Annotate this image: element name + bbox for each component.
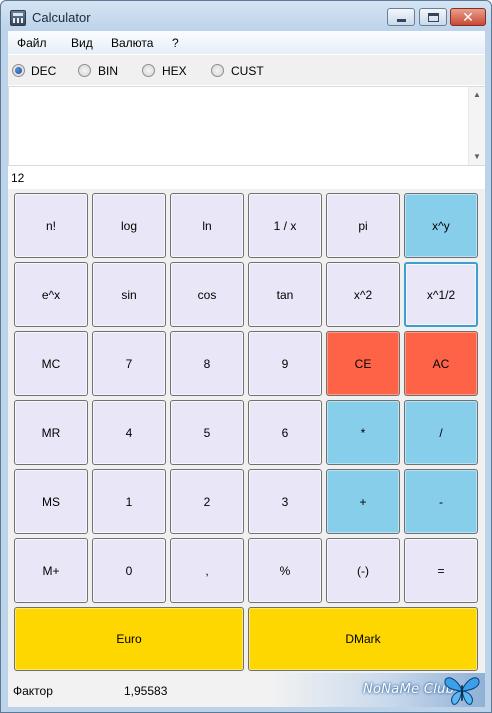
digit-1-button[interactable]: 1 xyxy=(92,469,166,534)
radio-hex-label[interactable]: HEX xyxy=(162,64,187,78)
digit-4-button[interactable]: 4 xyxy=(92,400,166,465)
result-value: 12 xyxy=(11,171,25,185)
divide-button[interactable]: / xyxy=(404,400,478,465)
square-button[interactable]: x^2 xyxy=(326,262,400,327)
minimize-button[interactable] xyxy=(387,8,415,26)
clear-entry-button[interactable]: CE xyxy=(326,331,400,396)
radio-bin[interactable] xyxy=(78,64,91,77)
pi-button[interactable]: pi xyxy=(326,193,400,258)
radio-bin-label[interactable]: BIN xyxy=(98,64,118,78)
digit-2-button[interactable]: 2 xyxy=(170,469,244,534)
radio-cust-label[interactable]: CUST xyxy=(231,64,264,78)
menu-help[interactable]: ? xyxy=(172,36,179,50)
close-icon: ✕ xyxy=(462,9,474,25)
minimize-icon xyxy=(397,19,406,22)
percent-button[interactable]: % xyxy=(248,538,322,603)
history-textarea[interactable] xyxy=(8,86,485,166)
cos-button[interactable]: cos xyxy=(170,262,244,327)
keypad: n! log ln 1 / x pi x^y e^x sin cos tan x… xyxy=(8,189,485,673)
memory-add-button[interactable]: M+ xyxy=(14,538,88,603)
radio-hex[interactable] xyxy=(142,64,155,77)
euro-button[interactable]: Euro xyxy=(14,607,244,671)
sin-button[interactable]: sin xyxy=(92,262,166,327)
result-display: 12 xyxy=(8,167,485,189)
sqrt-button[interactable]: x^1/2 xyxy=(404,262,478,327)
client-area: Файл Вид Валюта ? DEC BIN HEX CUST ▲ ▼ 1… xyxy=(8,31,485,707)
menu-bar: Файл Вид Валюта ? xyxy=(8,31,485,54)
add-button[interactable]: + xyxy=(326,469,400,534)
history-scrollbar[interactable]: ▲ ▼ xyxy=(468,87,485,165)
power-button[interactable]: x^y xyxy=(404,193,478,258)
equals-button[interactable]: = xyxy=(404,538,478,603)
butterfly-logo-icon xyxy=(444,677,480,705)
maximize-icon xyxy=(428,13,439,22)
reciprocal-button[interactable]: 1 / x xyxy=(248,193,322,258)
radio-dec[interactable] xyxy=(12,64,25,77)
digit-3-button[interactable]: 3 xyxy=(248,469,322,534)
all-clear-button[interactable]: AC xyxy=(404,331,478,396)
factor-label: Фактор xyxy=(13,684,53,698)
memory-store-button[interactable]: MS xyxy=(14,469,88,534)
digit-8-button[interactable]: 8 xyxy=(170,331,244,396)
memory-recall-button[interactable]: MR xyxy=(14,400,88,465)
digit-5-button[interactable]: 5 xyxy=(170,400,244,465)
close-button[interactable]: ✕ xyxy=(450,8,486,26)
maximize-button[interactable] xyxy=(419,8,447,26)
decimal-comma-button[interactable]: , xyxy=(170,538,244,603)
subtract-button[interactable]: - xyxy=(404,469,478,534)
log-button[interactable]: log xyxy=(92,193,166,258)
calculator-app-icon xyxy=(10,10,26,26)
title-bar[interactable]: Calculator ✕ xyxy=(1,1,491,31)
multiply-button[interactable]: * xyxy=(326,400,400,465)
menu-file[interactable]: Файл xyxy=(17,36,47,50)
radio-dec-label[interactable]: DEC xyxy=(31,64,56,78)
menu-view[interactable]: Вид xyxy=(71,36,93,50)
radio-cust[interactable] xyxy=(211,64,224,77)
exp-button[interactable]: e^x xyxy=(14,262,88,327)
watermark-text: NoNaMe Club xyxy=(363,682,455,697)
digit-0-button[interactable]: 0 xyxy=(92,538,166,603)
digit-7-button[interactable]: 7 xyxy=(92,331,166,396)
digit-6-button[interactable]: 6 xyxy=(248,400,322,465)
ln-button[interactable]: ln xyxy=(170,193,244,258)
factorial-button[interactable]: n! xyxy=(14,193,88,258)
window-title: Calculator xyxy=(32,10,91,25)
dmark-button[interactable]: DMark xyxy=(248,607,478,671)
memory-clear-button[interactable]: MC xyxy=(14,331,88,396)
scroll-down-icon[interactable]: ▼ xyxy=(469,149,485,165)
status-bar: Фактор 1,95583 NoNaMe Club xyxy=(8,673,485,707)
number-mode-bar: DEC BIN HEX CUST xyxy=(8,55,485,85)
scroll-up-icon[interactable]: ▲ xyxy=(469,87,485,103)
calculator-window: Calculator ✕ Файл Вид Валюта ? DEC BIN H… xyxy=(0,0,492,713)
factor-value: 1,95583 xyxy=(124,684,168,698)
negate-button[interactable]: (-) xyxy=(326,538,400,603)
menu-currency[interactable]: Валюта xyxy=(111,36,153,50)
tan-button[interactable]: tan xyxy=(248,262,322,327)
digit-9-button[interactable]: 9 xyxy=(248,331,322,396)
